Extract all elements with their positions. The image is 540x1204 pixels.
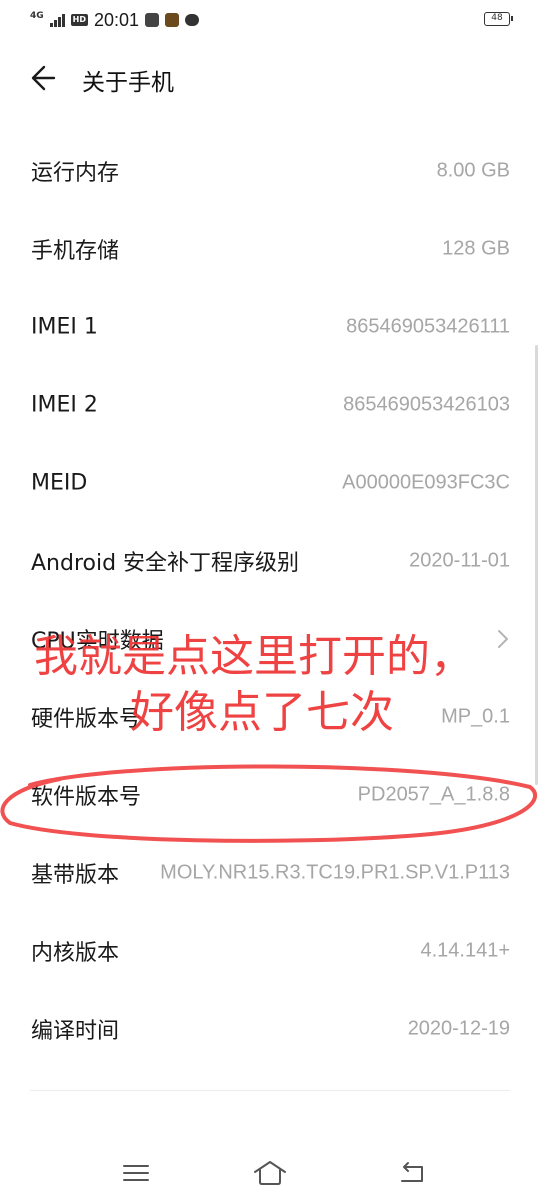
chevron-right-icon [498,630,508,648]
home-icon [254,1161,286,1185]
signal-icon [49,13,65,27]
row-meid: MEID A00000E093FC3C [0,444,540,522]
row-kernel-version: 内核版本 4.14.141+ [0,912,540,990]
row-value: 865469053426103 [343,393,510,416]
row-value: MOLY.NR15.R3.TC19.PR1.SP.V1.P113 [160,861,510,884]
app-notification-icon [145,13,160,27]
row-label: 基带版本 [31,863,120,888]
nav-menu-button[interactable] [118,1158,154,1188]
row-label: 编译时间 [31,1019,120,1044]
return-icon [401,1162,423,1182]
row-value: A00000E093FC3C [342,471,510,494]
back-button[interactable] [28,60,68,96]
status-time: 20:01 [94,9,140,30]
row-label: 硬件版本号 [31,707,142,732]
row-label: IMEI 2 [31,392,98,418]
message-icon [185,14,200,26]
nav-back-button[interactable] [394,1158,430,1188]
row-value: 4.14.141+ [420,939,510,962]
annotation-text-line2: 好像点了七次 [130,687,394,738]
network-type: 4G [30,10,44,21]
row-imei2: IMEI 2 865469053426103 [0,366,540,444]
status-left: 4G HD 20:01 [30,8,200,32]
row-label: 运行内存 [31,161,120,186]
row-ram: 运行内存 8.00 GB [0,132,540,210]
scrollbar[interactable] [535,345,538,785]
row-value: 2020-12-19 [407,1017,510,1040]
row-imei1: IMEI 1 865469053426111 [0,288,540,366]
row-label: 手机存储 [31,239,120,264]
battery-icon: 48 [484,12,513,26]
row-build-time: 编译时间 2020-12-19 [0,990,540,1068]
row-label: 内核版本 [31,941,120,966]
row-label: IMEI 1 [31,314,98,340]
annotation-text-line1: 我就是点这里打开的， [34,631,474,682]
row-value: MP_0.1 [441,705,510,728]
menu-icon [123,1165,149,1181]
status-bar: 4G HD 20:01 48 [0,0,540,40]
row-value: 2020-11-01 [409,549,510,572]
row-label: MEID [31,470,88,496]
row-storage: 手机存储 128 GB [0,210,540,288]
row-baseband-version: 基带版本 MOLY.NR15.R3.TC19.PR1.SP.V1.P113 [0,834,540,912]
game-notification-icon [165,13,180,27]
row-label: Android 安全补丁程序级别 [31,551,300,576]
row-value: 865469053426111 [346,315,510,338]
page-title: 关于手机 [82,70,174,96]
list-divider [30,1090,510,1091]
about-phone-list: 运行内存 8.00 GB 手机存储 128 GB IMEI 1 86546905… [0,132,540,1068]
header: 关于手机 [0,46,540,110]
navigation-bar [0,1144,540,1204]
hd-badge: HD [70,14,88,26]
row-security-patch: Android 安全补丁程序级别 2020-11-01 [0,522,540,600]
nav-home-button[interactable] [252,1158,288,1188]
annotation-circle [0,764,537,843]
arrow-left-icon [31,65,56,91]
row-value: 128 GB [442,237,510,260]
row-value: 8.00 GB [436,159,510,182]
